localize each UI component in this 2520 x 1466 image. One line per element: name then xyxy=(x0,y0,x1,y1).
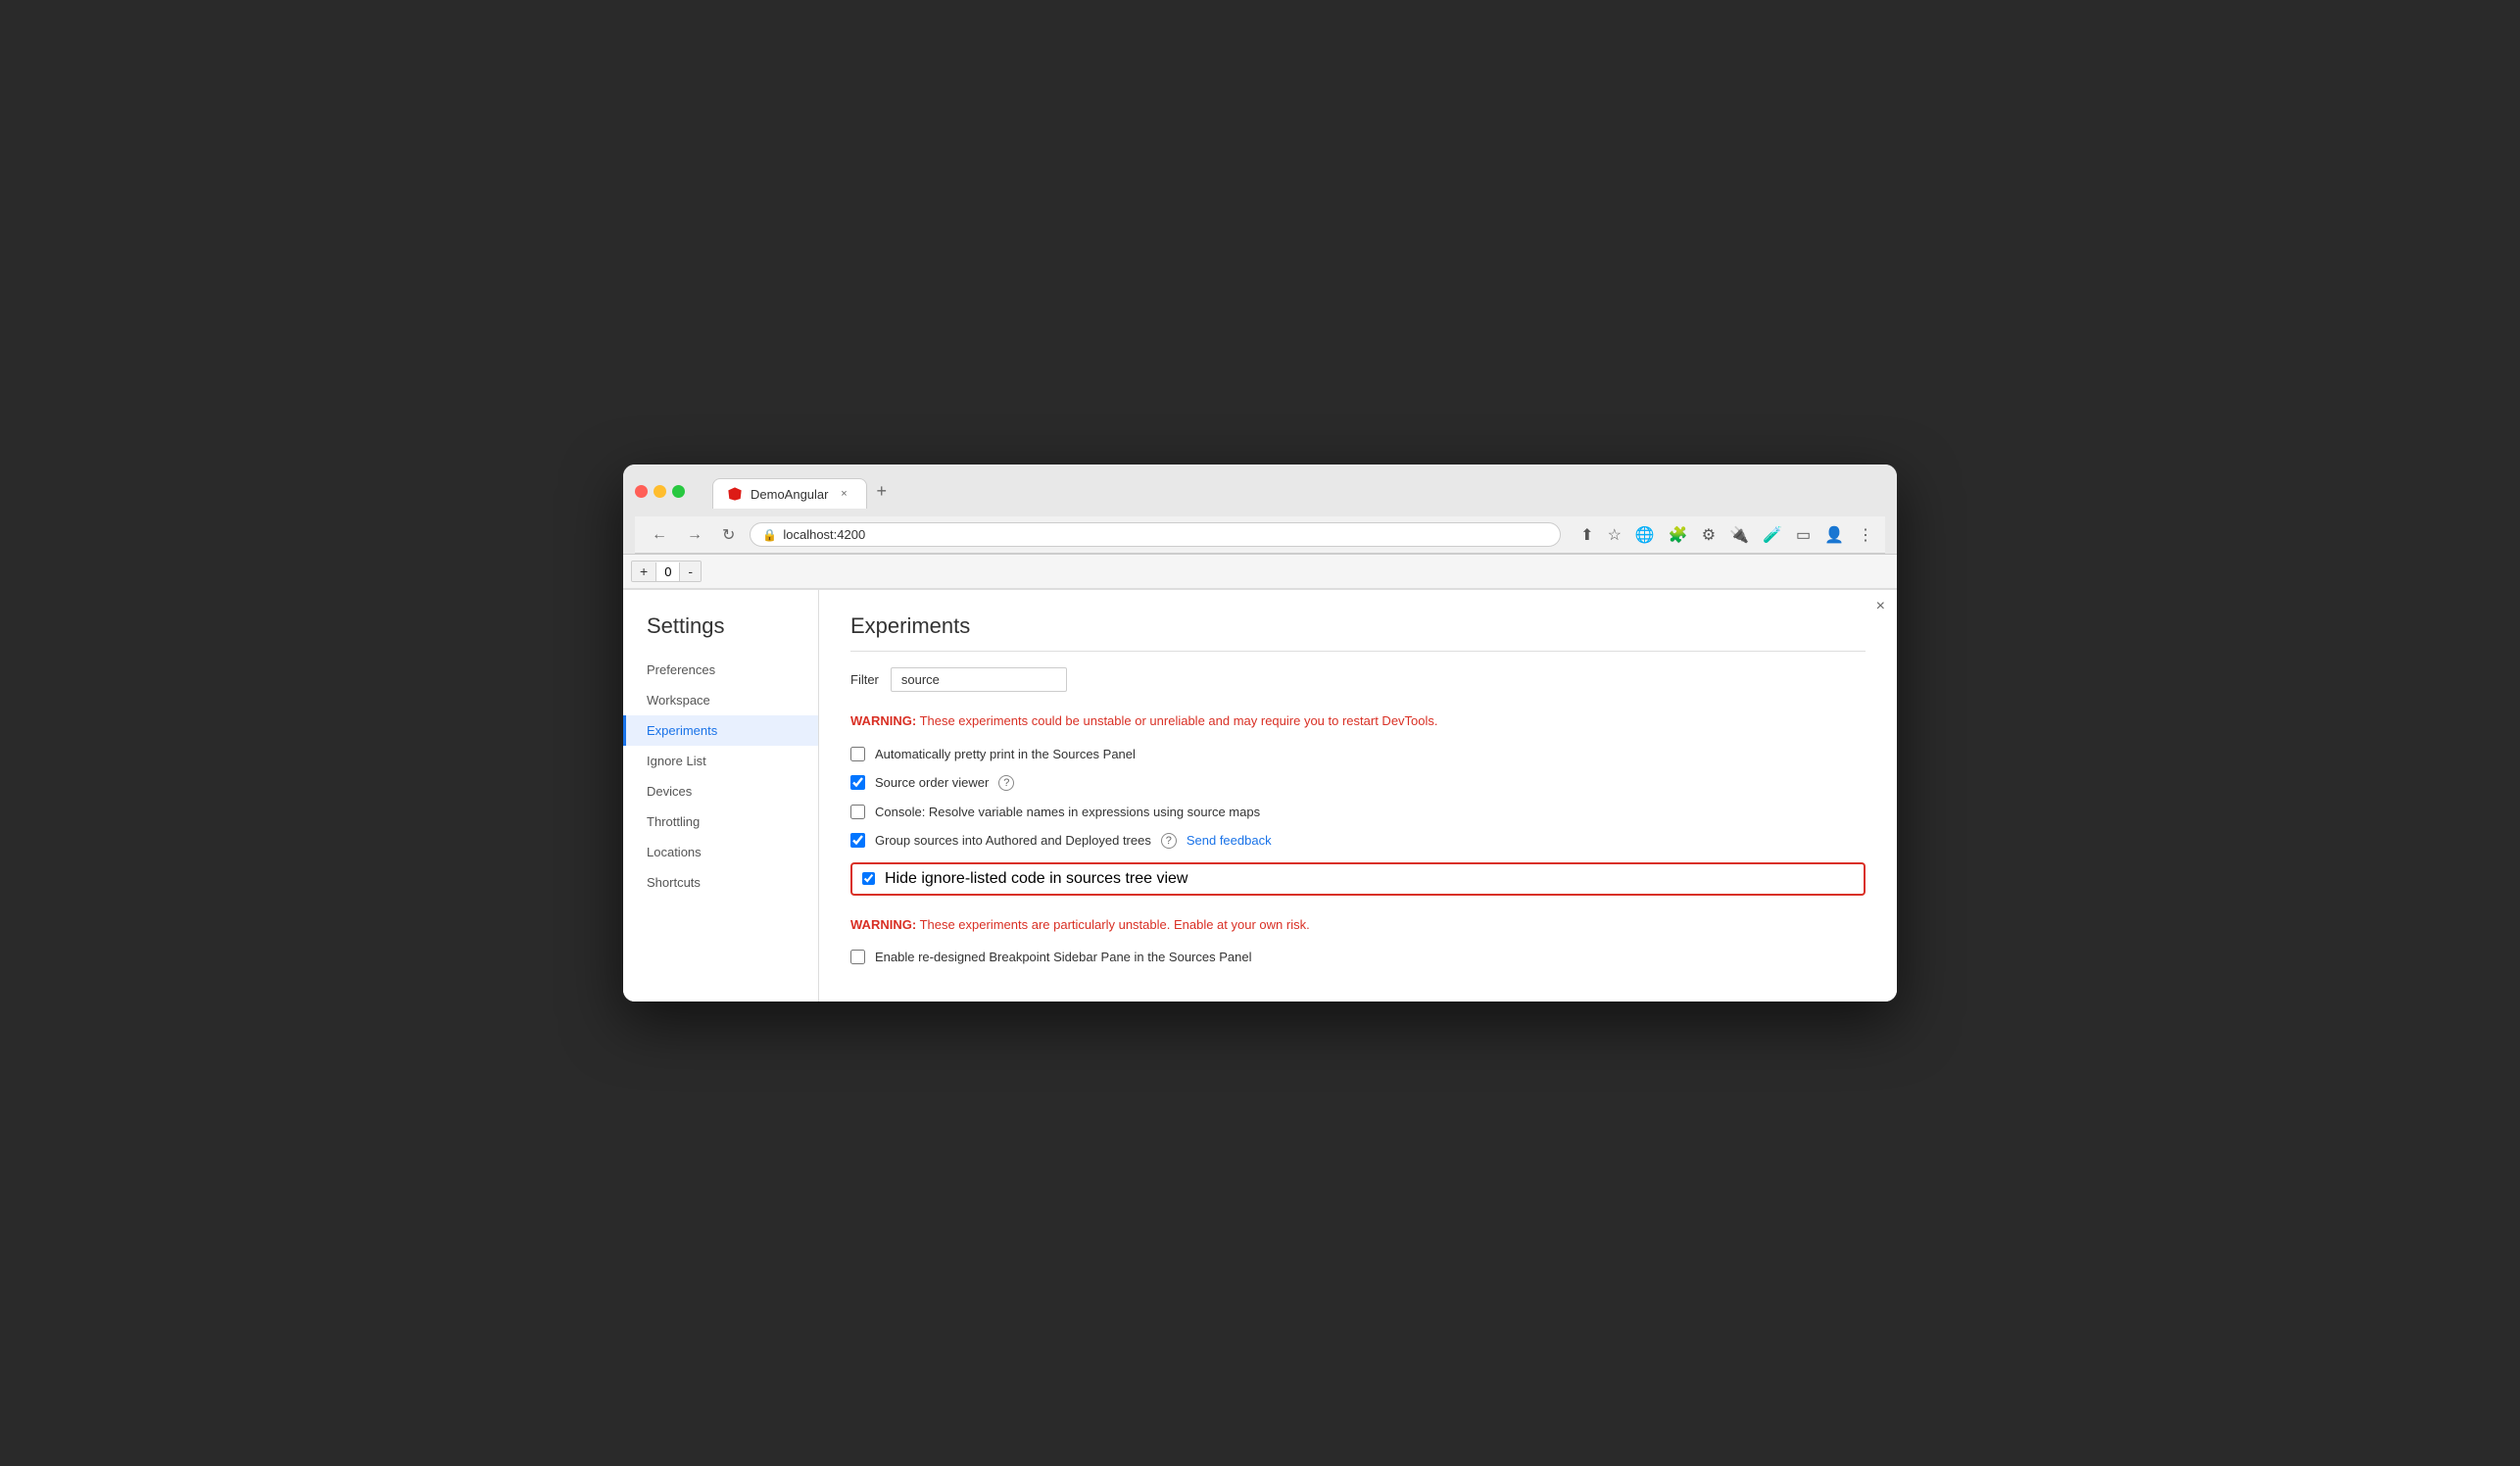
tab-close-button[interactable]: × xyxy=(837,486,852,502)
experiment-group-sources-checkbox[interactable] xyxy=(850,833,865,848)
tab-bar: DemoAngular × + xyxy=(712,474,897,509)
lock-icon: 🔒 xyxy=(762,528,777,542)
experiment-redesigned-breakpoint-checkbox[interactable] xyxy=(850,950,865,964)
sidebar-item-experiments[interactable]: Experiments xyxy=(623,715,818,746)
sidebar-item-workspace[interactable]: Workspace xyxy=(623,685,818,715)
warning-1: WARNING: These experiments could be unst… xyxy=(850,711,1866,731)
counter-minus-button[interactable]: - xyxy=(680,562,701,581)
experiment-auto-pretty-print-label: Automatically pretty print in the Source… xyxy=(875,747,1136,761)
sidebar-item-preferences[interactable]: Preferences xyxy=(623,655,818,685)
menu-icon[interactable]: ⋮ xyxy=(1858,525,1873,545)
experiment-hide-ignore-listed-checkbox[interactable] xyxy=(862,872,875,885)
experiment-redesigned-breakpoint-label: Enable re-designed Breakpoint Sidebar Pa… xyxy=(875,950,1251,964)
experiment-source-order-viewer: Source order viewer ? xyxy=(850,775,1866,791)
settings-content: Experiments Filter WARNING: These experi… xyxy=(819,590,1897,1002)
experiment-auto-pretty-print-checkbox[interactable] xyxy=(850,747,865,761)
experiment-group-sources: Group sources into Authored and Deployed… xyxy=(850,833,1866,849)
layout-icon[interactable]: ▭ xyxy=(1796,525,1811,545)
flask-icon[interactable]: 🧪 xyxy=(1763,525,1782,545)
browser-tab[interactable]: DemoAngular × xyxy=(712,478,867,509)
source-order-help-icon[interactable]: ? xyxy=(998,775,1014,791)
devtools-topbar: + 0 - xyxy=(623,555,1897,589)
experiment-redesigned-breakpoint: Enable re-designed Breakpoint Sidebar Pa… xyxy=(850,950,1866,964)
sidebar-item-shortcuts[interactable]: Shortcuts xyxy=(623,867,818,898)
warning-1-prefix: WARNING: xyxy=(850,713,916,728)
settings-title: Settings xyxy=(623,613,818,655)
earth-icon[interactable]: 🌐 xyxy=(1635,525,1655,545)
share-icon[interactable]: ⬆ xyxy=(1580,525,1593,545)
counter-plus-button[interactable]: + xyxy=(632,562,655,581)
sidebar-item-devices[interactable]: Devices xyxy=(623,776,818,806)
extensions-icon[interactable]: 🧩 xyxy=(1669,525,1688,545)
counter-widget: + 0 - xyxy=(631,561,702,582)
traffic-lights xyxy=(635,485,685,498)
tab-title: DemoAngular xyxy=(751,487,829,502)
counter-value: 0 xyxy=(655,562,680,581)
settings-sidebar: Settings Preferences Workspace Experimen… xyxy=(623,590,819,1002)
experiment-console-resolve-label: Console: Resolve variable names in expre… xyxy=(875,805,1260,819)
puzzle-icon[interactable]: 🔌 xyxy=(1729,525,1749,545)
experiment-source-order-viewer-label: Source order viewer xyxy=(875,775,989,790)
traffic-light-yellow[interactable] xyxy=(654,485,666,498)
sidebar-item-locations[interactable]: Locations xyxy=(623,837,818,867)
url-bar[interactable]: 🔒 localhost:4200 xyxy=(750,522,1561,547)
group-sources-help-icon[interactable]: ? xyxy=(1161,833,1177,849)
reload-button[interactable]: ↻ xyxy=(717,523,740,547)
url-text: localhost:4200 xyxy=(783,527,865,542)
filter-input[interactable] xyxy=(891,667,1067,692)
sidebar-item-throttling[interactable]: Throttling xyxy=(623,806,818,837)
close-settings-button[interactable]: × xyxy=(1876,598,1885,615)
sidebar-item-ignore-list[interactable]: Ignore List xyxy=(623,746,818,776)
warning-2-prefix: WARNING: xyxy=(850,917,916,932)
send-feedback-link[interactable]: Send feedback xyxy=(1187,833,1272,848)
forward-button[interactable]: → xyxy=(682,524,707,546)
filter-row: Filter xyxy=(850,667,1866,692)
experiments-title: Experiments xyxy=(850,613,1866,652)
traffic-light-green[interactable] xyxy=(672,485,685,498)
warning-1-text: These experiments could be unstable or u… xyxy=(920,713,1438,728)
experiment-auto-pretty-print: Automatically pretty print in the Source… xyxy=(850,747,1866,761)
back-button[interactable]: ← xyxy=(647,524,672,546)
profile-icon[interactable]: 👤 xyxy=(1824,525,1844,545)
experiment-group-sources-label: Group sources into Authored and Deployed… xyxy=(875,833,1151,848)
sidebar-nav: Preferences Workspace Experiments Ignore… xyxy=(623,655,818,898)
address-bar: ← → ↻ 🔒 localhost:4200 ⬆ ☆ 🌐 🧩 ⚙ 🔌 🧪 ▭ 👤… xyxy=(635,516,1885,554)
experiment-hide-ignore-listed-highlighted: Hide ignore-listed code in sources tree … xyxy=(850,862,1866,896)
traffic-light-red[interactable] xyxy=(635,485,648,498)
browser-content: + 0 - × Settings Preferences Workspace E… xyxy=(623,554,1897,1002)
experiment-console-resolve: Console: Resolve variable names in expre… xyxy=(850,805,1866,819)
bookmark-icon[interactable]: ☆ xyxy=(1608,525,1622,545)
experiment-source-order-viewer-checkbox[interactable] xyxy=(850,775,865,790)
experiment-hide-ignore-listed-label: Hide ignore-listed code in sources tree … xyxy=(885,870,1187,888)
angular-icon xyxy=(727,486,743,502)
devtools-icon[interactable]: ⚙ xyxy=(1702,525,1716,545)
warning-2: WARNING: These experiments are particula… xyxy=(850,915,1866,935)
warning-2-text: These experiments are particularly unsta… xyxy=(920,917,1310,932)
browser-toolbar: ⬆ ☆ 🌐 🧩 ⚙ 🔌 🧪 ▭ 👤 ⋮ xyxy=(1580,525,1873,545)
filter-label: Filter xyxy=(850,672,879,687)
new-tab-button[interactable]: + xyxy=(867,474,897,509)
experiment-console-resolve-checkbox[interactable] xyxy=(850,805,865,819)
